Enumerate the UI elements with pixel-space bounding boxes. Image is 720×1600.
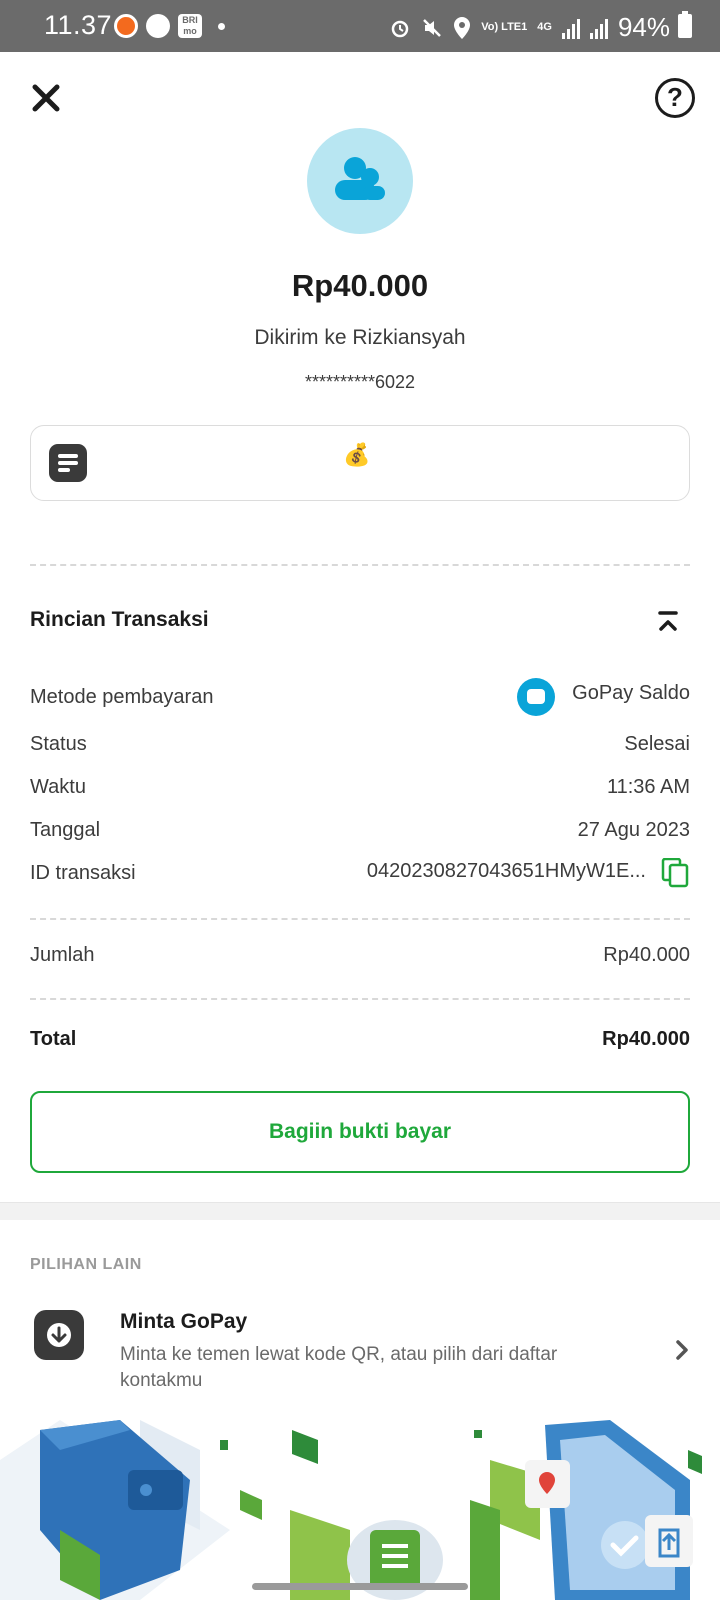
wallet-phone-illustration [0,1420,702,1600]
time-value: 11:36 AM [606,776,690,798]
status-value: Selesai [624,733,690,755]
more-notifications-dot-icon [218,22,225,30]
option-description: Minta ke temen lewat kode QR, atau pilih… [120,1344,558,1391]
status-label: Status [30,733,87,755]
alarm-icon [391,20,409,37]
status-bar: 11.37 BRI mo Vo) LTE1 4G 94% [0,0,720,52]
copy-icon [661,857,689,888]
signal-icon [561,17,580,39]
option-chevron [674,1338,690,1362]
close-icon [32,84,60,112]
battery-percentage: 94% [617,12,670,42]
volte-indicator: Vo) LTE1 [481,21,528,33]
amount-label: Jumlah [30,944,95,966]
collapse-icon [658,611,678,631]
transfer-note-box: 💰 [30,425,690,501]
recipient-avatar [307,128,413,234]
gopay-wallet-icon [517,678,555,716]
dashed-divider [30,564,690,566]
close-button[interactable] [30,80,62,116]
note-icon [49,444,87,482]
signal-icon-2 [589,17,608,39]
copy-transaction-id-button[interactable] [661,857,689,888]
option-title: Minta GoPay [120,1310,248,1333]
other-options-title: PILIHAN LAIN [30,1256,142,1273]
chat-notification-icon [146,14,170,38]
recipient-name: Dikirim ke Rizkiansyah [254,326,466,349]
money-bag-emoji: 💰 [343,442,371,467]
dashed-divider [30,998,690,1000]
payment-method-label: Metode pembayaran [30,686,214,708]
request-gopay-option[interactable]: Minta GoPay Minta ke temen lewat kode QR… [0,1300,720,1396]
collapse-details-button[interactable] [654,610,682,634]
home-indicator[interactable] [252,1583,468,1590]
section-divider [0,1202,720,1220]
download-arrow-icon [47,1323,71,1347]
date-value: 27 Agu 2023 [577,819,690,841]
amount-value: Rp40.000 [603,944,690,966]
battery-icon [678,11,692,38]
chevron-right-icon [676,1340,688,1360]
brimo-notification-icon: BRI mo [178,14,202,38]
option-icon [34,1310,84,1360]
promo-illustration [0,1420,720,1600]
transaction-details-title: Rincian Transaksi [30,608,209,631]
system-icons: Vo) LTE1 4G 94% [389,12,670,43]
transaction-id-value: 0420230827043651HMyW1E... [366,860,646,882]
time-label: Waktu [30,776,86,798]
mute-icon [423,18,442,37]
transfer-amount: Rp40.000 [291,268,429,303]
date-label: Tanggal [30,819,101,841]
payment-method-value: GoPay Saldo [572,682,690,704]
users-icon [335,157,385,200]
app-notification-icon [114,14,138,38]
location-icon [454,16,471,39]
share-receipt-button[interactable]: Bagiin bukti bayar [30,1091,690,1173]
transaction-id-label: ID transaksi [30,862,136,884]
total-value: Rp40.000 [602,1028,690,1050]
help-button[interactable]: ? [655,78,695,118]
account-number: **********6022 [304,372,416,392]
dashed-divider [30,918,690,920]
notification-icons: BRI mo [114,14,225,38]
help-icon: ? [667,82,683,112]
total-label: Total [30,1028,77,1050]
network-type: 4G [537,21,552,33]
status-time: 11.37 [44,10,113,40]
